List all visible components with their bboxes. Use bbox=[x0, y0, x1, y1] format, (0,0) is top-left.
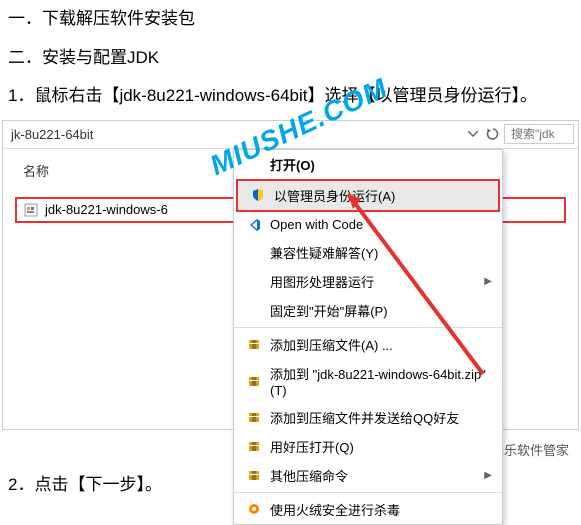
menu-other-compress[interactable]: 其他压缩命令 ▶ bbox=[234, 461, 502, 490]
menu-pin-start[interactable]: 固定到"开始"屏幕(P) bbox=[234, 296, 502, 325]
doc-line-2: 二．安装与配置JDK bbox=[0, 39, 581, 78]
menu-add-archive[interactable]: 添加到压缩文件(A) ... bbox=[234, 330, 502, 359]
file-name: jdk-8u221-windows-6 bbox=[45, 202, 168, 217]
archive-icon bbox=[244, 467, 264, 483]
antivirus-icon bbox=[244, 501, 264, 517]
submenu-arrow-icon: ▶ bbox=[484, 276, 492, 287]
menu-open-with-code[interactable]: Open with Code bbox=[234, 212, 502, 238]
search-input[interactable] bbox=[504, 124, 574, 144]
menu-add-qq[interactable]: 添加到压缩文件并发送给QQ好友 bbox=[234, 403, 502, 432]
submenu-arrow-icon: ▶ bbox=[484, 470, 492, 481]
menu-compatibility[interactable]: 兼容性疑难解答(Y) bbox=[234, 238, 502, 267]
doc-line-1: 一．下载解压软件安装包 bbox=[0, 0, 581, 39]
refresh-icon[interactable] bbox=[484, 125, 502, 143]
menu-antivirus[interactable]: 使用火绒安全进行杀毒 bbox=[234, 495, 502, 524]
blank-icon bbox=[244, 273, 264, 289]
archive-icon bbox=[244, 438, 264, 454]
shield-icon bbox=[248, 187, 268, 203]
context-menu: 打开(O) 以管理员身份运行(A) Open with Code 兼容性疑难解答… bbox=[233, 149, 503, 525]
menu-open-haozip[interactable]: 用好压打开(Q) bbox=[234, 432, 502, 461]
exe-file-icon bbox=[23, 202, 39, 218]
blank-icon bbox=[244, 302, 264, 318]
blank-icon bbox=[244, 244, 264, 260]
archive-icon bbox=[244, 373, 264, 389]
archive-icon bbox=[244, 336, 264, 352]
archive-icon bbox=[244, 409, 264, 425]
menu-gpu-run[interactable]: 用图形处理器运行 ▶ bbox=[234, 267, 502, 296]
vscode-icon bbox=[244, 217, 264, 233]
menu-divider bbox=[234, 327, 502, 328]
explorer-window: MIUSHE.COM jk-8u221-64bit 名称 jdk-8u221-w… bbox=[2, 120, 579, 430]
menu-add-zip[interactable]: 添加到 "jdk-8u221-windows-64bit.zip"(T) bbox=[234, 359, 502, 403]
menu-divider bbox=[234, 492, 502, 493]
menu-run-as-admin[interactable]: 以管理员身份运行(A) bbox=[236, 179, 500, 212]
content-area: 名称 jdk-8u221-windows-6 打开(O) 以 bbox=[3, 149, 578, 429]
path-dropdown-icon[interactable] bbox=[464, 125, 482, 143]
doc-line-3: 1．鼠标右击【jdk-8u221-windows-64bit】选择【以管理员身份… bbox=[0, 77, 581, 116]
